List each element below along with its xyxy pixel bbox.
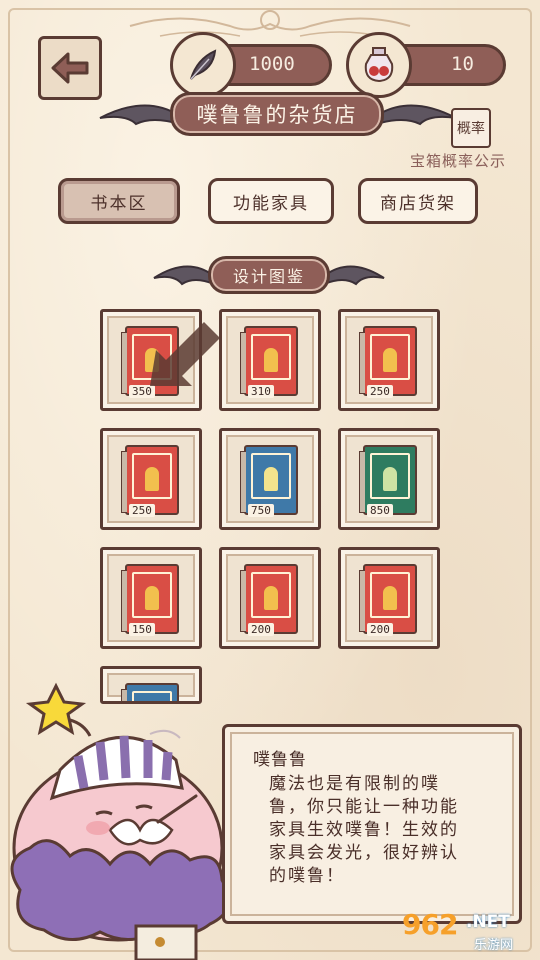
item-slot[interactable]: 200 <box>338 547 440 649</box>
watermark-number: 962 <box>402 908 458 941</box>
purulu-character <box>10 682 231 960</box>
shop-title-banner: 噗鲁鲁的杂货店 <box>170 92 384 136</box>
feather-icon <box>190 49 217 80</box>
left-arrow-icon <box>51 52 89 84</box>
left-wing-icon <box>99 104 180 126</box>
potion-bottle-icon <box>364 47 394 83</box>
potion-icon-badge <box>346 32 412 98</box>
item-slot[interactable]: 250 <box>338 309 440 411</box>
item-price: 310 <box>248 385 274 398</box>
item-slot[interactable]: 150 <box>100 547 202 649</box>
back-button[interactable] <box>38 36 102 100</box>
tab-books[interactable]: 书本区 <box>58 178 180 224</box>
probability-button[interactable]: 概率 <box>451 108 491 148</box>
item-price: 200 <box>367 623 393 636</box>
section-right-wing-icon <box>324 265 385 286</box>
item-price: 750 <box>248 504 274 517</box>
feather-icon-badge <box>170 32 236 98</box>
item-price: 200 <box>248 623 274 636</box>
item-slot[interactable]: 200 <box>219 547 321 649</box>
site-watermark: 962 .NET 乐游网 <box>400 908 532 954</box>
item-slot[interactable]: 310 <box>219 309 321 411</box>
watermark-net: .NET <box>466 912 510 932</box>
design-catalog-header: 设计图鉴 <box>208 256 330 294</box>
feather-count: 1000 <box>249 53 295 75</box>
tab-function-furniture[interactable]: 功能家具 <box>208 178 334 224</box>
item-price: 150 <box>129 623 155 636</box>
item-price: 850 <box>367 504 393 517</box>
star-icon <box>25 682 87 736</box>
dialog-message: 魔法也是有限制的噗鲁，你只能让一种功能家具生效噗鲁！生效的家具会发光，很好辨认的… <box>269 774 459 886</box>
probability-note[interactable]: 宝箱概率公示 <box>410 150 506 171</box>
item-price: 250 <box>129 504 155 517</box>
item-slot[interactable]: 850 <box>338 428 440 530</box>
item-price: 250 <box>367 385 393 398</box>
tab-shop-shelves[interactable]: 商店货架 <box>358 178 478 224</box>
section-left-wing-icon <box>153 265 214 286</box>
item-slot[interactable]: 750 <box>219 428 321 530</box>
right-wing-icon <box>376 104 457 126</box>
dialog-box[interactable]: 噗鲁鲁 魔法也是有限制的噗鲁，你只能让一种功能家具生效噗鲁！生效的家具会发光，很… <box>222 724 522 924</box>
dialog-speaker: 噗鲁鲁 <box>253 750 307 770</box>
potion-count: 10 <box>451 53 474 75</box>
watermark-site: 乐游网 <box>474 938 514 953</box>
pointer-arrow-icon <box>150 322 220 386</box>
item-slot[interactable]: 250 <box>100 428 202 530</box>
